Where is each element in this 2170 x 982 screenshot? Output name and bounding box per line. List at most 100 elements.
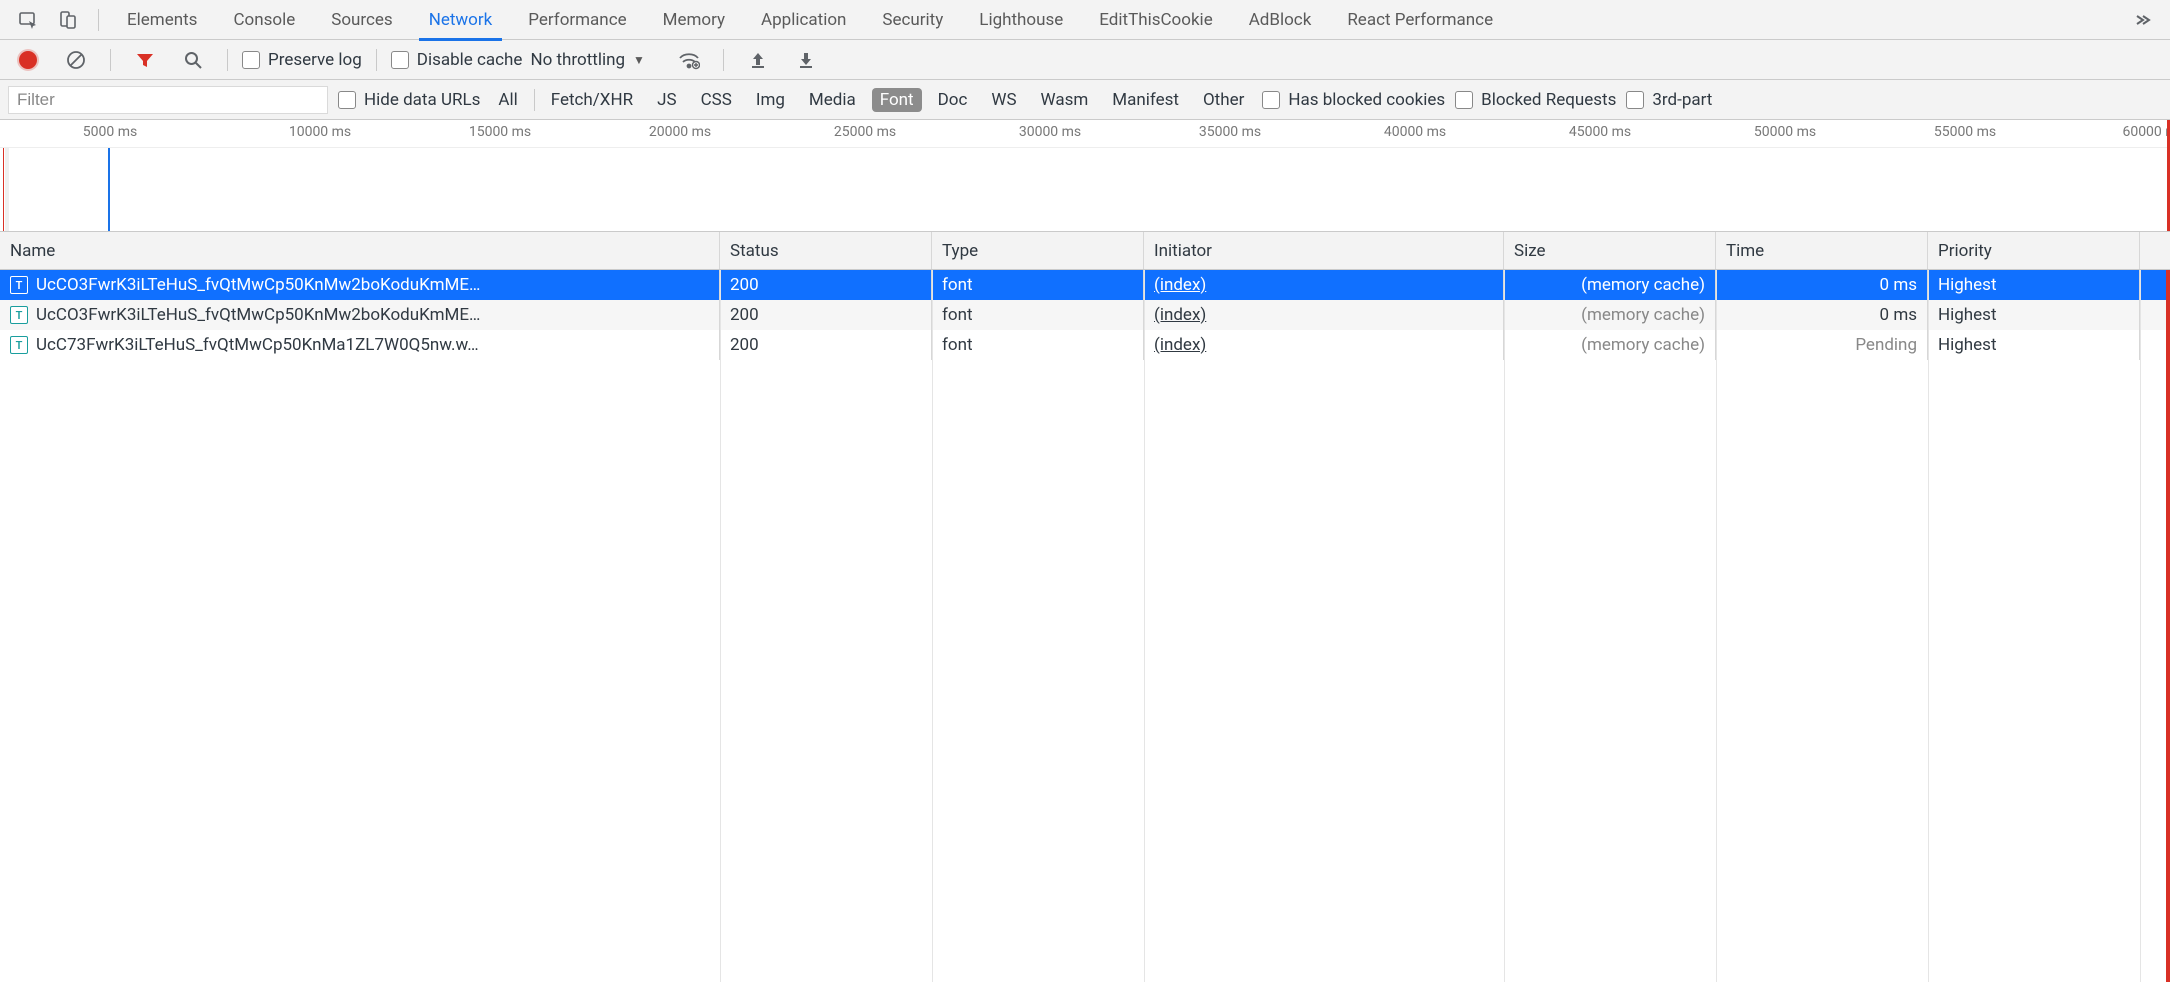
cell-name: T UcC73FwrK3iLTeHuS_fvQtMwCp50KnMa1ZL7W0… [0,330,720,360]
throttling-value: No throttling [530,50,625,70]
cell-size: (memory cache) [1504,270,1716,300]
filter-type-manifest[interactable]: Manifest [1104,88,1187,112]
throttling-select[interactable]: No throttling ▼ [530,50,660,70]
filter-type-other[interactable]: Other [1195,88,1252,112]
network-conditions-icon[interactable] [675,46,703,74]
search-icon[interactable] [179,46,207,74]
disable-cache-checkbox[interactable]: Disable cache [391,50,523,70]
third-party-checkbox[interactable]: 3rd-part [1626,90,1712,110]
header-name[interactable]: Name [0,232,720,269]
separator [98,9,99,31]
tab-network[interactable]: Network [411,0,511,40]
timeline-tick: 55000 ms [1934,124,1996,140]
cell-initiator: (index) [1144,270,1504,300]
preserve-log-checkbox[interactable]: Preserve log [242,50,362,70]
more-tabs-icon[interactable] [2128,6,2156,34]
tab-memory[interactable]: Memory [645,0,743,40]
hide-data-urls-label: Hide data URLs [364,90,480,110]
separator [534,89,535,111]
filter-type-doc[interactable]: Doc [930,88,976,112]
tab-adblock[interactable]: AdBlock [1231,0,1330,40]
header-size[interactable]: Size [1504,232,1716,269]
initiator-link[interactable]: (index) [1154,275,1206,295]
tab-lighthouse[interactable]: Lighthouse [961,0,1081,40]
download-har-icon[interactable] [792,46,820,74]
cell-type: font [932,270,1144,300]
filter-type-img[interactable]: Img [748,88,793,112]
grid-lines [0,270,2170,982]
filter-type-fetch-xhr[interactable]: Fetch/XHR [543,88,641,112]
cell-type: font [932,300,1144,330]
checkbox-icon [242,51,260,69]
cell-initiator: (index) [1144,330,1504,360]
blocked-requests-label: Blocked Requests [1481,90,1616,110]
filter-type-css[interactable]: CSS [693,88,740,112]
blocked-requests-checkbox[interactable]: Blocked Requests [1455,90,1616,110]
filter-input[interactable] [8,86,328,114]
table-row[interactable]: T UcCO3FwrK3iLTeHuS_fvQtMwCp50KnMw2boKod… [0,300,2170,330]
tab-application[interactable]: Application [743,0,864,40]
font-file-icon: T [10,306,28,324]
header-time[interactable]: Time [1716,232,1928,269]
preserve-log-label: Preserve log [268,50,362,70]
timeline-overview[interactable]: 5000 ms10000 ms15000 ms20000 ms25000 ms3… [0,120,2170,232]
file-name: UcC73FwrK3iLTeHuS_fvQtMwCp50KnMa1ZL7W0Q5… [36,335,479,355]
cell-status: 200 [720,330,932,360]
header-type[interactable]: Type [932,232,1144,269]
table-row[interactable]: T UcC73FwrK3iLTeHuS_fvQtMwCp50KnMa1ZL7W0… [0,330,2170,360]
tab-sources[interactable]: Sources [313,0,410,40]
cell-priority: Highest [1928,300,2140,330]
filter-toggle-icon[interactable] [131,46,159,74]
tab-console[interactable]: Console [215,0,313,40]
separator [110,49,111,71]
scrollbar-indicator [2166,270,2170,982]
timeline-tick: 50000 ms [1754,124,1816,140]
clear-button[interactable] [62,46,90,74]
timeline-tick: 20000 ms [649,124,711,140]
table-body: T UcCO3FwrK3iLTeHuS_fvQtMwCp50KnMw2boKod… [0,270,2170,982]
upload-har-icon[interactable] [744,46,772,74]
font-file-icon: T [10,336,28,354]
initiator-link[interactable]: (index) [1154,335,1206,355]
timeline-tick: 45000 ms [1569,124,1631,140]
tab-performance[interactable]: Performance [510,0,644,40]
device-toggle-icon[interactable] [54,6,82,34]
header-extra[interactable] [2140,232,2170,269]
file-name: UcCO3FwrK3iLTeHuS_fvQtMwCp50KnMw2boKoduK… [36,275,480,295]
separator [376,49,377,71]
blocked-cookies-checkbox[interactable]: Has blocked cookies [1262,90,1445,110]
header-initiator[interactable]: Initiator [1144,232,1504,269]
filter-type-media[interactable]: Media [801,88,864,112]
cell-size: (memory cache) [1504,300,1716,330]
table-row[interactable]: T UcCO3FwrK3iLTeHuS_fvQtMwCp50KnMw2boKod… [0,270,2170,300]
timeline-tick: 30000 ms [1019,124,1081,140]
font-file-icon: T [10,276,28,294]
tab-react-performance[interactable]: React Performance [1329,0,1511,40]
tab-elements[interactable]: Elements [109,0,215,40]
tab-editthiscookie[interactable]: EditThisCookie [1081,0,1230,40]
disable-cache-label: Disable cache [417,50,523,70]
record-button[interactable] [14,46,42,74]
filter-type-js[interactable]: JS [649,88,684,112]
cell-priority: Highest [1928,330,2140,360]
timeline-band [5,148,9,232]
checkbox-icon [1626,91,1644,109]
hide-data-urls-checkbox[interactable]: Hide data URLs [338,90,480,110]
header-status[interactable]: Status [720,232,932,269]
header-priority[interactable]: Priority [1928,232,2140,269]
timeline-tick: 40000 ms [1384,124,1446,140]
filter-type-ws[interactable]: WS [983,88,1024,112]
tab-security[interactable]: Security [864,0,961,40]
cell-status: 200 [720,270,932,300]
cell-initiator: (index) [1144,300,1504,330]
filter-type-wasm[interactable]: Wasm [1033,88,1097,112]
cell-time: 0 ms [1716,270,1928,300]
initiator-link[interactable]: (index) [1154,305,1206,325]
filter-type-all[interactable]: All [490,88,525,112]
checkbox-icon [338,91,356,109]
filter-type-font[interactable]: Font [872,88,922,112]
checkbox-icon [391,51,409,69]
inspect-element-icon[interactable] [14,6,42,34]
chevron-down-icon: ▼ [633,53,645,67]
cell-time: Pending [1716,330,1928,360]
